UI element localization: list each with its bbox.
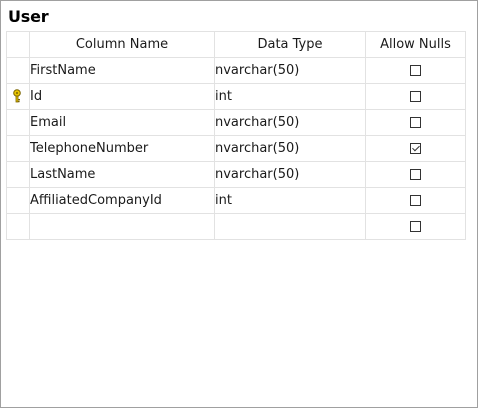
column-name-cell[interactable]: FirstName — [29, 57, 215, 84]
data-type-cell[interactable]: nvarchar(50) — [214, 161, 366, 188]
data-type-cell[interactable]: nvarchar(50) — [214, 57, 366, 84]
row-selector[interactable] — [6, 161, 30, 188]
column-name-cell[interactable]: LastName — [29, 161, 215, 188]
table-row[interactable]: AffiliatedCompanyId int — [6, 187, 466, 214]
allow-nulls-cell — [365, 187, 466, 214]
key-icon — [13, 89, 21, 103]
row-selector[interactable] — [6, 83, 30, 110]
allow-nulls-cell — [365, 83, 466, 110]
allow-nulls-checkbox[interactable] — [410, 91, 421, 102]
row-selector[interactable] — [6, 213, 30, 240]
allow-nulls-header[interactable]: Allow Nulls — [365, 31, 466, 58]
column-name-cell[interactable]: Id — [29, 83, 215, 110]
column-name-header[interactable]: Column Name — [29, 31, 215, 58]
allow-nulls-cell — [365, 109, 466, 136]
allow-nulls-checkbox[interactable] — [410, 221, 421, 232]
allow-nulls-checkbox[interactable] — [410, 195, 421, 206]
row-selector[interactable] — [6, 135, 30, 162]
table-row[interactable]: Email nvarchar(50) — [6, 109, 466, 136]
row-selector[interactable] — [6, 109, 30, 136]
allow-nulls-checkbox[interactable] — [410, 169, 421, 180]
table-row[interactable]: FirstName nvarchar(50) — [6, 57, 466, 84]
row-selector[interactable] — [6, 57, 30, 84]
column-grid: Column Name Data Type Allow Nulls FirstN… — [6, 31, 466, 240]
table-title: User — [8, 7, 49, 26]
columns-table: Column Name Data Type Allow Nulls FirstN… — [6, 31, 466, 240]
column-name-cell[interactable] — [29, 213, 215, 240]
table-row[interactable]: LastName nvarchar(50) — [6, 161, 466, 188]
data-type-cell[interactable]: nvarchar(50) — [214, 135, 366, 162]
data-type-cell[interactable]: int — [214, 187, 366, 214]
allow-nulls-cell — [365, 57, 466, 84]
data-type-header[interactable]: Data Type — [214, 31, 366, 58]
column-name-cell[interactable]: AffiliatedCompanyId — [29, 187, 215, 214]
allow-nulls-checkbox[interactable] — [410, 143, 421, 154]
allow-nulls-cell — [365, 135, 466, 162]
table-row-new[interactable] — [6, 213, 466, 240]
table-row[interactable]: Id int — [6, 83, 466, 110]
allow-nulls-checkbox[interactable] — [410, 117, 421, 128]
row-selector[interactable] — [6, 187, 30, 214]
data-type-cell[interactable]: int — [214, 83, 366, 110]
column-name-cell[interactable]: Email — [29, 109, 215, 136]
data-type-cell[interactable]: nvarchar(50) — [214, 109, 366, 136]
table-designer-window: User Column Name Data Type Allow Nulls F… — [0, 0, 478, 408]
row-selector-header[interactable] — [6, 31, 30, 58]
allow-nulls-checkbox[interactable] — [410, 65, 421, 76]
allow-nulls-cell — [365, 213, 466, 240]
table-row[interactable]: TelephoneNumber nvarchar(50) — [6, 135, 466, 162]
header-row: Column Name Data Type Allow Nulls — [6, 31, 466, 58]
allow-nulls-cell — [365, 161, 466, 188]
column-name-cell[interactable]: TelephoneNumber — [29, 135, 215, 162]
data-type-cell[interactable] — [214, 213, 366, 240]
